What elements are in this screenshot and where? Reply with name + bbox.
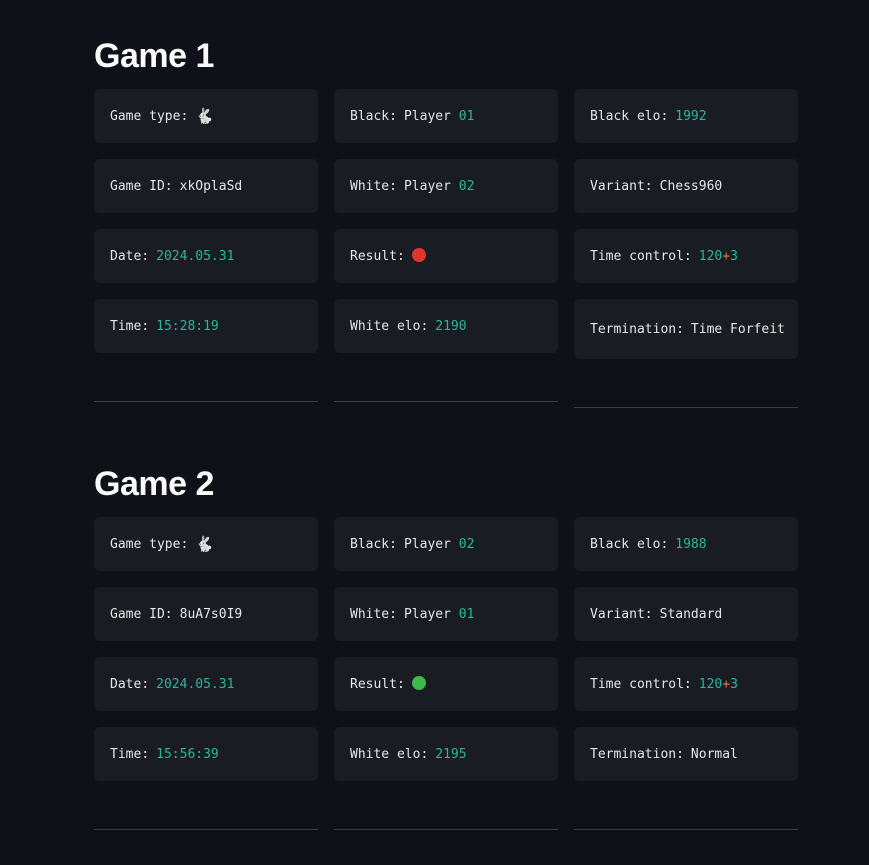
black-elo-card: Black elo: 1992: [574, 89, 798, 143]
white-label: White: [350, 178, 390, 194]
details-column-3: Black elo: 1992 Variant: Chess960 Time c…: [574, 89, 798, 408]
date-card: Date: 2024.05.31: [94, 229, 318, 283]
game-id-card: Game ID: 8uA7s0I9: [94, 587, 318, 641]
game-id-label: Game ID: [110, 178, 165, 194]
divider: [574, 829, 798, 830]
divider: [334, 401, 558, 402]
game-type-card: Game type: 🐇: [94, 89, 318, 143]
black-elo-value: 1992: [675, 108, 707, 124]
game-section: Game 2 Game type: 🐇 Game ID: 8uA7s0I9 Da…: [94, 464, 798, 830]
termination-value: Time Forfeit: [690, 321, 785, 337]
variant-value: Chess960: [659, 178, 723, 194]
date-card: Date: 2024.05.31: [94, 657, 318, 711]
variant-card: Variant: Standard: [574, 587, 798, 641]
time-control-base: 120: [698, 676, 723, 692]
variant-label: Variant: [590, 606, 645, 622]
white-player-card: White: Player 02: [334, 159, 558, 213]
white-label: White: [350, 606, 390, 622]
game-id-value: xkOplaSd: [179, 178, 243, 194]
white-player-num: 01: [458, 606, 475, 622]
date-label: Date: [110, 248, 142, 264]
details-column-1: Game type: 🐇 Game ID: 8uA7s0I9 Date: 202…: [94, 517, 318, 830]
termination-value: Normal: [690, 746, 738, 762]
date-value: 2024.05.31: [156, 248, 235, 264]
divider: [94, 829, 318, 830]
black-player-num: 01: [458, 108, 475, 124]
white-elo-card: White elo: 2190: [334, 299, 558, 353]
time-control-card: Time control: 120 +3: [574, 657, 798, 711]
game-details: Game type: 🐇 Game ID: xkOplaSd Date: 202…: [94, 89, 798, 408]
white-elo-value: 2195: [435, 746, 467, 762]
time-control-base: 120: [698, 248, 723, 264]
black-elo-card: Black elo: 1988: [574, 517, 798, 571]
rabbit-icon: 🐇: [195, 107, 214, 125]
black-elo-value: 1988: [675, 536, 707, 552]
black-player-num: 02: [458, 536, 475, 552]
game-title: Game 2: [94, 465, 214, 503]
black-label: Black: [350, 108, 390, 124]
black-player-prefix: Player: [403, 536, 451, 552]
time-value: 15:56:39: [156, 746, 219, 762]
variant-value: Standard: [659, 606, 723, 622]
time-control-increment: 3: [730, 676, 738, 692]
black-player-card: Black: Player 02: [334, 517, 558, 571]
details-column-1: Game type: 🐇 Game ID: xkOplaSd Date: 202…: [94, 89, 318, 408]
time-card: Time: 15:28:19: [94, 299, 318, 353]
time-label: Time: [110, 318, 142, 334]
game-type-label: Game type: [110, 108, 181, 124]
time-label: Time: [110, 746, 142, 762]
time-control-label: Time control: [590, 248, 684, 264]
game-details: Game type: 🐇 Game ID: 8uA7s0I9 Date: 202…: [94, 517, 798, 830]
result-label: Result: [350, 676, 397, 692]
white-elo-card: White elo: 2195: [334, 727, 558, 781]
termination-label: Termination: [590, 321, 677, 337]
divider: [334, 829, 558, 830]
red-circle-icon: [411, 248, 426, 262]
white-player-prefix: Player: [403, 178, 451, 194]
divider: [574, 407, 798, 408]
details-column-2: Black: Player 02 White: Player 01 Result…: [334, 517, 558, 830]
termination-card: Termination: Time Forfeit: [574, 299, 798, 359]
time-control-increment: 3: [730, 248, 738, 264]
game-id-value: 8uA7s0I9: [179, 606, 243, 622]
game-id-label: Game ID: [110, 606, 165, 622]
variant-label: Variant: [590, 178, 645, 194]
green-circle-icon: [411, 676, 426, 690]
time-card: Time: 15:56:39: [94, 727, 318, 781]
variant-card: Variant: Chess960: [574, 159, 798, 213]
details-column-3: Black elo: 1988 Variant: Standard Time c…: [574, 517, 798, 830]
time-value: 15:28:19: [156, 318, 219, 334]
result-card: Result:: [334, 657, 558, 711]
date-value: 2024.05.31: [156, 676, 235, 692]
white-player-prefix: Player: [403, 606, 451, 622]
black-player-card: Black: Player 01: [334, 89, 558, 143]
black-elo-label: Black elo: [590, 108, 661, 124]
white-player-num: 02: [458, 178, 475, 194]
white-elo-value: 2190: [435, 318, 467, 334]
rabbit-icon: 🐇: [195, 535, 214, 553]
game-section: Game 1 Game type: 🐇 Game ID: xkOplaSd Da…: [94, 36, 798, 408]
game-type-card: Game type: 🐇: [94, 517, 318, 571]
termination-card: Termination: Normal: [574, 727, 798, 781]
result-label: Result: [350, 248, 397, 264]
divider: [94, 401, 318, 402]
time-control-label: Time control: [590, 676, 684, 692]
time-control-plus: +: [722, 676, 731, 692]
time-control-card: Time control: 120 +3: [574, 229, 798, 283]
details-column-2: Black: Player 01 White: Player 02 Result…: [334, 89, 558, 408]
termination-label: Termination: [590, 746, 677, 762]
black-label: Black: [350, 536, 390, 552]
game-type-label: Game type: [110, 536, 181, 552]
result-card: Result:: [334, 229, 558, 283]
white-player-card: White: Player 01: [334, 587, 558, 641]
black-player-prefix: Player: [403, 108, 451, 124]
time-control-plus: +: [722, 248, 731, 264]
black-elo-label: Black elo: [590, 536, 661, 552]
game-id-card: Game ID: xkOplaSd: [94, 159, 318, 213]
game-title: Game 1: [94, 37, 214, 75]
date-label: Date: [110, 676, 142, 692]
white-elo-label: White elo: [350, 746, 421, 762]
white-elo-label: White elo: [350, 318, 421, 334]
